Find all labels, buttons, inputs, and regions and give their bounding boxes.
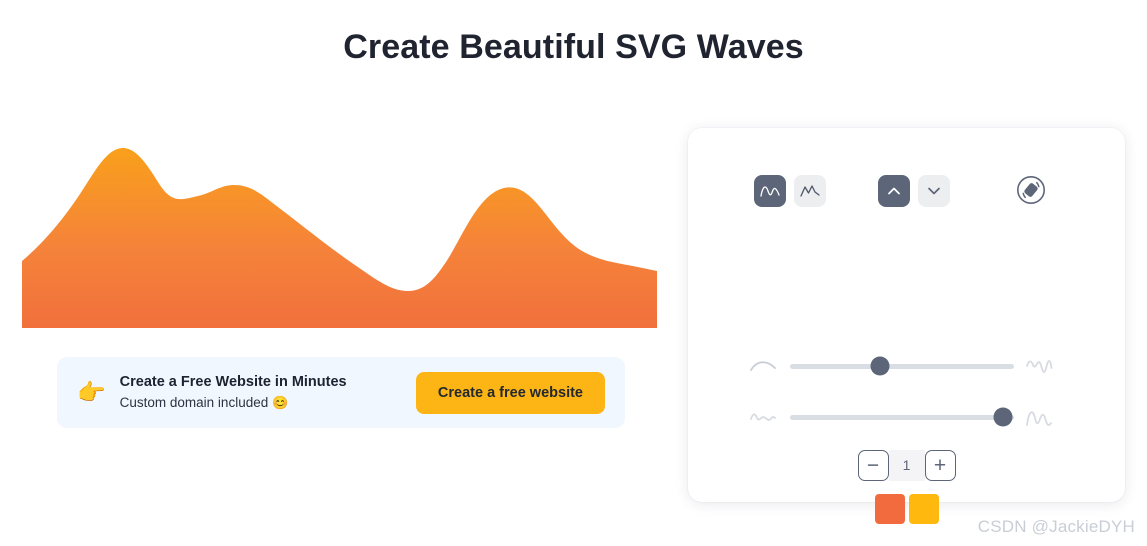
flat-arc-icon xyxy=(744,357,782,375)
complexity-slider-track[interactable] xyxy=(790,356,1014,376)
direction-up-button[interactable] xyxy=(878,175,910,207)
wave-direction-group xyxy=(878,175,950,207)
complexity-slider-thumb[interactable] xyxy=(870,356,890,376)
wave-controls-panel: − 1 + SVG xyxy=(688,128,1125,524)
smooth-wave-icon xyxy=(760,182,780,200)
stepper-value[interactable]: 1 xyxy=(888,450,925,481)
pointing-hand-icon: 👉 xyxy=(77,379,106,405)
stepper-increment-button[interactable]: + xyxy=(924,450,956,481)
chevron-down-icon xyxy=(926,183,942,199)
rotate-icon xyxy=(1014,173,1048,210)
smooth-wave-button[interactable] xyxy=(754,175,786,207)
chevron-up-icon xyxy=(886,183,902,199)
stepper-decrement-button[interactable]: − xyxy=(857,450,889,481)
amplitude-slider-track[interactable] xyxy=(790,407,1014,427)
wave-complexity-slider xyxy=(688,356,1125,376)
flip-rotate-button[interactable] xyxy=(1012,172,1050,210)
swatch-amber[interactable] xyxy=(908,494,939,524)
promo-banner: 👉 Create a Free Website in Minutes Custo… xyxy=(57,357,625,428)
wave-svg xyxy=(22,147,657,328)
wave-shape-group xyxy=(754,175,826,207)
controls-top-row xyxy=(688,172,1125,210)
app-root: Create Beautiful SVG Waves 👉 Create a Fr… xyxy=(0,0,1147,546)
sharp-wave-button[interactable] xyxy=(794,175,826,207)
watermark: CSDN @JackieDYH xyxy=(977,517,1135,536)
squiggle-icon xyxy=(1020,356,1058,376)
promo-subtitle-text: Custom domain included xyxy=(119,394,272,410)
layer-count-stepper: − 1 + xyxy=(688,450,1125,481)
page-title: Create Beautiful SVG Waves xyxy=(343,28,804,66)
promo-subtitle: Custom domain included 😊 xyxy=(120,393,347,413)
wave-amplitude-slider xyxy=(688,406,1125,428)
smiley-icon: 😊 xyxy=(271,394,289,410)
svg-wave-preview xyxy=(22,128,657,328)
wave-flip-group xyxy=(1012,172,1050,210)
promo-text-group: Create a Free Website in Minutes Custom … xyxy=(120,372,347,413)
small-wave-icon xyxy=(744,408,782,426)
direction-down-button[interactable] xyxy=(918,175,950,207)
wave-path xyxy=(22,147,657,328)
promo-title: Create a Free Website in Minutes xyxy=(119,373,347,390)
amplitude-slider-thumb[interactable] xyxy=(993,407,1013,427)
swatch-orange[interactable] xyxy=(874,494,905,524)
sharp-wave-icon xyxy=(800,182,820,200)
tall-wave-icon xyxy=(1020,406,1058,428)
create-free-website-button[interactable]: Create a free website xyxy=(415,371,605,414)
